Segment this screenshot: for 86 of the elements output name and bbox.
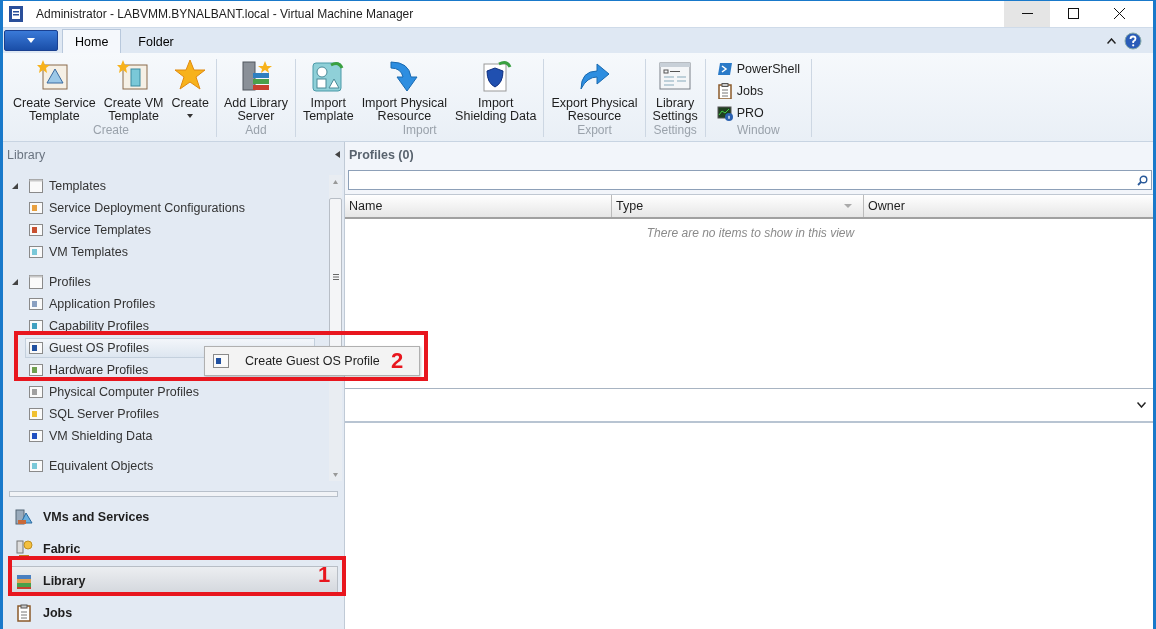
pane-title: Library [7,147,46,162]
document-icon [28,200,44,216]
help-icon[interactable] [1124,31,1142,50]
app-icon[interactable] [8,4,24,23]
tree-item[interactable]: Application Profiles [25,294,161,314]
document-icon [28,222,44,238]
clipboard-icon [15,604,33,622]
document-icon [28,384,44,400]
window-icon [28,178,44,194]
star-icon [173,59,208,93]
document-icon [28,362,44,378]
ribbon-button[interactable]: Import Template [298,59,358,123]
column-header[interactable]: Owner [864,195,1156,217]
column-header[interactable]: Type [612,195,864,217]
tree-item[interactable]: Profiles [25,272,96,292]
caret-icon [27,38,35,43]
ribbon-button[interactable]: PowerShell [714,59,802,79]
ribbon-button[interactable]: Create VM Template [99,59,168,123]
server-cylinder-icon [15,540,33,558]
tree-item[interactable]: SQL Server Profiles [25,404,164,424]
expanded-arrow-icon[interactable] [11,278,19,286]
app-menu-button[interactable] [4,30,58,51]
document-icon [28,296,44,312]
document-icon [28,340,44,356]
nav-item[interactable]: Fabric [8,534,338,564]
window-title: Administrator - LABVMM.BYNALBANT.local - Virtual Machine Manager [36,6,415,21]
collapse-ribbon-icon[interactable] [1107,37,1116,44]
collapse-pane-icon[interactable] [335,151,340,158]
tree-item[interactable]: VM Shielding Data [25,426,158,446]
document-icon [28,458,44,474]
nav-item[interactable]: Jobs [8,598,338,628]
ribbon-button[interactable]: Create Service Template [9,59,100,123]
pane-title: Profiles (0) [349,147,414,162]
document-icon [28,406,44,422]
books-icon [15,572,33,590]
step-number: 1 [318,564,331,586]
template-icon [116,59,151,93]
tree-item[interactable]: Capability Profiles [25,316,155,336]
window-icon [213,354,229,368]
settings-window-icon [658,59,693,93]
ribbon-button[interactable]: Add Library Server [219,59,292,123]
document-icon [28,428,44,444]
document-icon [28,318,44,334]
group-label: Export [576,123,613,137]
powershell-icon [716,61,733,77]
group-label: Settings [652,123,698,137]
clipboard-icon [716,83,733,99]
ribbon-button[interactable]: Create [167,59,213,123]
step-number: 2 [391,350,404,372]
ribbon-button[interactable]: PRO [714,103,802,123]
expand-chevron-icon[interactable] [1137,402,1146,408]
ribbon-button[interactable]: Jobs [714,81,802,101]
group-label: Add [244,123,268,137]
tree-item[interactable]: VM Templates [25,242,133,262]
ribbon-tab[interactable]: Folder [125,29,187,53]
minimize-button[interactable] [1004,0,1050,27]
maximize-icon [1067,8,1079,19]
ribbon-button[interactable]: Import Shielding Data [451,59,541,123]
tree-item[interactable]: Hardware Profiles [25,360,154,380]
ribbon-button[interactable]: Library Settings [648,59,702,123]
group-label: Window [736,123,781,137]
nav-item[interactable]: VMs and Services [8,502,338,532]
dropdown-arrow-icon [844,204,852,208]
servers-icon [15,508,33,526]
group-label: Create [91,123,130,137]
ribbon-button[interactable]: Export Physical Resource [547,59,642,123]
monitor-info-icon [716,105,733,121]
tree-item[interactable]: Service Deployment Configurations [25,198,250,218]
shapes-icon [311,59,346,93]
window-icon [28,274,44,290]
expanded-arrow-icon[interactable] [11,182,19,190]
minimize-icon [1021,12,1033,15]
ribbon-tab[interactable]: Home [62,29,122,53]
empty-message: There are no items to show in this view [646,226,855,240]
close-icon [1113,8,1125,19]
tree-item[interactable]: Templates [25,176,111,196]
ribbon-button[interactable]: Import Physical Resource [357,59,452,123]
search-icon[interactable] [1137,174,1148,186]
document-icon [28,244,44,260]
grip-icon [332,273,339,280]
tree-item[interactable]: Equivalent Objects [25,456,159,476]
tree-item[interactable]: Physical Computer Profiles [25,382,205,402]
column-header[interactable]: Name [345,195,612,217]
search-field[interactable] [348,170,1152,190]
tree-item[interactable]: Service Templates [25,220,156,240]
group-label: Import [401,123,438,137]
